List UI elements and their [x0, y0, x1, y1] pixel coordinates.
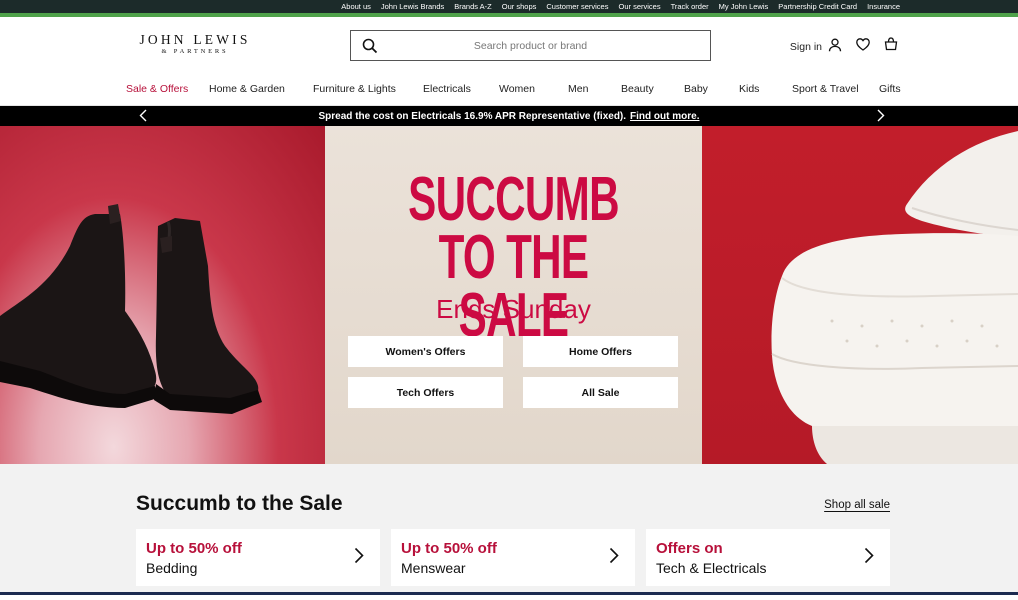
chevron-right-icon — [609, 547, 619, 569]
nav-item-electricals[interactable]: Electricals — [423, 83, 471, 95]
card-headline: Up to 50% off — [146, 540, 242, 557]
wishlist-heart-icon[interactable] — [856, 37, 870, 56]
util-link-brands-az[interactable]: Brands A-Z — [454, 2, 492, 11]
headline-line-2: TO THE SALE — [438, 223, 589, 350]
sale-section: Succumb to the Sale Shop all sale Up to … — [0, 464, 1018, 595]
util-link-our-shops[interactable]: Our shops — [502, 2, 537, 11]
util-link-credit-card[interactable]: Partnership Credit Card — [778, 2, 857, 11]
nav-item-men[interactable]: Men — [568, 83, 588, 95]
promo-link[interactable]: Find out more. — [630, 111, 699, 122]
util-link-insurance[interactable]: Insurance — [867, 2, 900, 11]
util-link-about-us[interactable]: About us — [341, 2, 371, 11]
promo-text: Spread the cost on Electricals 16.9% APR… — [318, 110, 627, 122]
nav-item-women[interactable]: Women — [499, 83, 535, 95]
chevron-right-icon — [864, 547, 874, 569]
tech-offers-button[interactable]: Tech Offers — [348, 377, 503, 408]
next-section-edge — [0, 592, 1018, 595]
user-icon — [828, 38, 842, 55]
hero-subhead: Ends Sunday — [436, 294, 591, 324]
search-bar — [350, 30, 711, 61]
sign-in-label: Sign in — [789, 40, 822, 53]
womens-offers-button[interactable]: Women's Offers — [348, 336, 503, 367]
logo-line-2: & PARTNERS — [161, 48, 229, 55]
home-offers-button[interactable]: Home Offers — [523, 336, 678, 367]
card-category: Menswear — [401, 560, 466, 576]
util-link-our-services[interactable]: Our services — [618, 2, 660, 11]
sign-in-button[interactable]: Sign in — [790, 38, 842, 55]
site-header: JOHN LEWIS & PARTNERS Sign in — [0, 17, 1018, 73]
header-actions: Sign in — [790, 37, 898, 56]
nav-item-furniture-lights[interactable]: Furniture & Lights — [313, 83, 396, 95]
sale-panel: SUCCUMB TO THE SALE Ends Sunday Women's … — [325, 126, 702, 464]
shop-all-sale-link[interactable]: Shop all sale — [824, 499, 890, 511]
section-title: Succumb to the Sale — [136, 492, 343, 515]
headline-line-1: SUCCUMB — [408, 165, 619, 234]
nav-item-kids[interactable]: Kids — [739, 83, 759, 95]
search-input[interactable] — [389, 39, 710, 52]
promo-banner: Spread the cost on Electricals 16.9% APR… — [0, 106, 1018, 126]
mattress-image[interactable] — [702, 126, 1018, 464]
nav-item-baby[interactable]: Baby — [684, 83, 708, 95]
utility-bar: About us John Lewis Brands Brands A-Z Ou… — [0, 0, 1018, 13]
all-sale-button[interactable]: All Sale — [523, 377, 678, 408]
util-link-brands[interactable]: John Lewis Brands — [381, 2, 444, 11]
nav-item-sport-travel[interactable]: Sport & Travel — [792, 83, 859, 95]
util-link-customer-services[interactable]: Customer services — [546, 2, 608, 11]
basket-icon[interactable] — [884, 37, 898, 56]
chevron-left-icon[interactable] — [139, 109, 147, 125]
offer-card-bedding[interactable]: Up to 50% off Bedding — [136, 529, 380, 586]
main-nav: Sale & Offers Home & Garden Furniture & … — [0, 73, 1018, 106]
nav-item-beauty[interactable]: Beauty — [621, 83, 654, 95]
nav-item-sale-offers[interactable]: Sale & Offers — [126, 83, 188, 95]
card-headline: Up to 50% off — [401, 540, 497, 557]
nav-item-gifts[interactable]: Gifts — [879, 83, 901, 95]
offer-card-tech-electricals[interactable]: Offers on Tech & Electricals — [646, 529, 890, 586]
util-link-my-john-lewis[interactable]: My John Lewis — [719, 2, 769, 11]
boots-image[interactable] — [0, 126, 325, 464]
chevron-right-icon[interactable] — [877, 109, 885, 125]
chevron-right-icon — [354, 547, 364, 569]
card-headline: Offers on — [656, 540, 723, 557]
card-category: Tech & Electricals — [656, 560, 767, 576]
search-icon[interactable] — [351, 31, 389, 60]
logo-line-1: JOHN LEWIS — [139, 32, 251, 47]
nav-item-home-garden[interactable]: Home & Garden — [209, 83, 285, 95]
hero-banner: SUCCUMB TO THE SALE Ends Sunday Women's … — [0, 126, 1018, 464]
logo[interactable]: JOHN LEWIS & PARTNERS — [137, 33, 253, 57]
util-link-track-order[interactable]: Track order — [671, 2, 709, 11]
card-category: Bedding — [146, 560, 198, 576]
offer-card-menswear[interactable]: Up to 50% off Menswear — [391, 529, 635, 586]
